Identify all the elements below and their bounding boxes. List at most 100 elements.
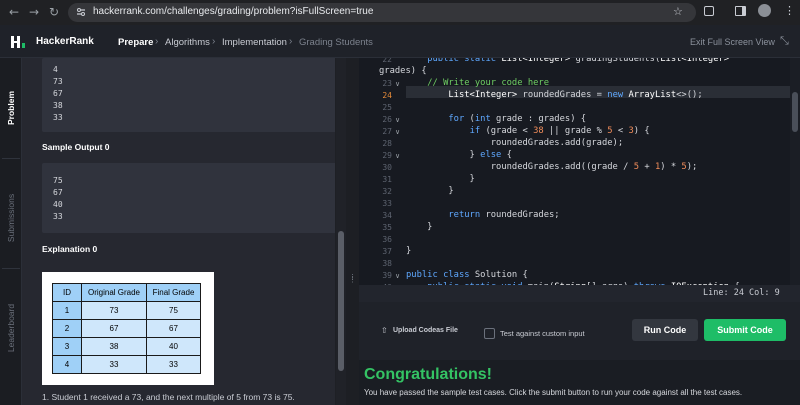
tab-leaderboard[interactable]: Leaderboard xyxy=(0,278,22,378)
tab-submissions[interactable]: Submissions xyxy=(0,168,22,268)
code-editor[interactable]: 22 23 24 25 26 27 28 29 30 31 32 33 34 3… xyxy=(359,58,800,302)
table-cell: 33 xyxy=(81,355,147,374)
sample-input-line: 67 xyxy=(53,89,63,98)
bookmark-star-icon[interactable]: ☆ xyxy=(673,5,683,18)
drag-grip-icon[interactable]: ⋮ ⋮ xyxy=(349,274,356,284)
line-number: 33 xyxy=(382,199,392,208)
divider xyxy=(2,158,20,159)
fold-chevron-icon[interactable]: ∨ xyxy=(395,272,400,280)
breadcrumb-current: Grading Students xyxy=(299,37,373,48)
code-line: roundedGrades.add(grade); xyxy=(406,138,624,148)
line-number: 37 xyxy=(382,247,392,256)
table-cell: 33 xyxy=(146,355,201,374)
extensions-icon[interactable] xyxy=(704,6,714,16)
grades-table: ID Original Grade Final Grade 1 73 75 2 … xyxy=(52,283,201,374)
arrow-left-icon[interactable]: ← xyxy=(9,5,19,19)
fold-chevron-icon[interactable]: ∨ xyxy=(395,128,400,136)
scrollbar-thumb[interactable] xyxy=(338,231,344,371)
cursor-position: Line: 24 Col: 9 xyxy=(703,288,780,298)
sample-input-line: 33 xyxy=(53,113,63,122)
code-line: for (int grade : grades) { xyxy=(448,114,587,124)
exit-fullscreen-link[interactable]: Exit Full Screen View xyxy=(690,37,775,47)
chevron-right-icon: › xyxy=(212,36,216,47)
code-line: grades) { xyxy=(379,66,427,76)
line-number: 38 xyxy=(382,259,392,268)
fold-chevron-icon[interactable]: ∨ xyxy=(395,80,400,88)
collapse-icon[interactable]: ⤡ xyxy=(780,35,789,48)
vertical-tab-bar: Problem Submissions Leaderboard xyxy=(0,58,22,405)
browser-toolbar: ← → ↻ hackerrank.com/challenges/grading/… xyxy=(0,0,800,25)
breadcrumb-implementation[interactable]: Implementation xyxy=(222,37,287,48)
upload-file-link[interactable]: Upload Codeas File xyxy=(393,327,458,334)
tab-problem-label: Problem xyxy=(6,90,17,126)
table-cell: 67 xyxy=(81,319,147,338)
line-number: 28 xyxy=(382,139,392,148)
side-panel-icon[interactable] xyxy=(735,6,746,16)
code-line: if (grade < 38 || grade % 5 < 3) { xyxy=(469,126,650,136)
sample-input: 4 73 67 38 33 xyxy=(53,64,63,124)
sample-output-line: 40 xyxy=(53,200,63,209)
line-number: 36 xyxy=(382,235,392,244)
table-cell: 4 xyxy=(52,355,82,374)
code-line: public static List<Integer> gradingStude… xyxy=(427,58,730,64)
hackerrank-logo-icon[interactable] xyxy=(11,36,25,48)
upload-icon[interactable]: ⇧ xyxy=(381,326,388,335)
arrow-right-icon[interactable]: → xyxy=(29,5,39,19)
table-cell: 75 xyxy=(146,301,201,320)
line-number: 26 xyxy=(382,115,392,124)
address-bar[interactable]: hackerrank.com/challenges/grading/proble… xyxy=(68,3,696,22)
explanation-title: Explanation 0 xyxy=(42,244,98,254)
code-line-current: List<Integer> roundedGrades = new ArrayL… xyxy=(448,90,703,100)
menu-kebab-icon[interactable]: ⋮ xyxy=(784,4,795,17)
table-row: 3 38 40 xyxy=(52,337,201,356)
table-row: 1 73 75 xyxy=(52,301,201,320)
line-number: 22 xyxy=(382,58,392,64)
custom-input-checkbox[interactable] xyxy=(484,328,495,339)
grades-table-image: ID Original Grade Final Grade 1 73 75 2 … xyxy=(42,272,214,385)
brand-name[interactable]: HackerRank xyxy=(36,36,94,47)
url-text: hackerrank.com/challenges/grading/proble… xyxy=(93,6,374,17)
code-line: roundedGrades.add((grade / 5 + 1) * 5); xyxy=(406,162,698,172)
code-line: } xyxy=(406,174,475,184)
panel-resize-handle[interactable]: ⋮ ⋮ xyxy=(346,58,359,405)
fold-chevron-icon[interactable]: ∨ xyxy=(395,152,400,160)
result-message: You have passed the sample test cases. C… xyxy=(364,388,743,397)
code-line: } xyxy=(406,222,433,232)
sample-output-title: Sample Output 0 xyxy=(42,142,110,152)
site-info-icon[interactable] xyxy=(76,7,86,17)
tab-submissions-label: Submissions xyxy=(6,193,16,243)
reload-icon[interactable]: ↻ xyxy=(49,5,59,19)
problem-scrollbar[interactable] xyxy=(336,58,346,405)
scrollbar-thumb[interactable] xyxy=(792,92,798,132)
run-code-button[interactable]: Run Code xyxy=(632,319,698,341)
table-header-cell: Final Grade xyxy=(146,283,201,302)
table-header-row: ID Original Grade Final Grade xyxy=(52,283,201,302)
tab-leaderboard-label: Leaderboard xyxy=(6,303,16,353)
editor-scrollbar[interactable] xyxy=(790,58,800,285)
sample-input-line: 4 xyxy=(53,65,58,74)
hackerrank-header: HackerRank Prepare › Algorithms › Implem… xyxy=(0,25,800,58)
table-header-cell: ID xyxy=(52,283,82,302)
table-cell: 1 xyxy=(52,301,82,320)
code-line: // Write your code here xyxy=(427,78,549,88)
sample-input-box: 4 73 67 38 33 xyxy=(42,58,335,132)
chevron-right-icon: › xyxy=(155,36,159,47)
table-row: 4 33 33 xyxy=(52,355,201,374)
line-number: 23 xyxy=(382,79,392,88)
submit-code-button[interactable]: Submit Code xyxy=(704,319,786,341)
tab-problem[interactable]: Problem xyxy=(0,68,22,148)
line-number: 32 xyxy=(382,187,392,196)
line-number: 29 xyxy=(382,151,392,160)
line-number: 35 xyxy=(382,223,392,232)
fold-chevron-icon[interactable]: ∨ xyxy=(395,116,400,124)
explanation-text: 1. Student 1 received a 73, and the next… xyxy=(42,392,295,402)
profile-avatar[interactable] xyxy=(758,4,771,17)
breadcrumb-algorithms[interactable]: Algorithms xyxy=(165,37,210,48)
table-cell: 2 xyxy=(52,319,82,338)
sample-output-line: 67 xyxy=(53,188,63,197)
code-line: return roundedGrades; xyxy=(448,210,560,220)
custom-input-label[interactable]: Test against custom input xyxy=(500,329,585,338)
problem-panel: 4 73 67 38 33 Sample Output 0 75 67 40 3… xyxy=(22,58,335,405)
breadcrumb-prepare[interactable]: Prepare xyxy=(118,37,153,48)
sample-input-line: 38 xyxy=(53,101,63,110)
